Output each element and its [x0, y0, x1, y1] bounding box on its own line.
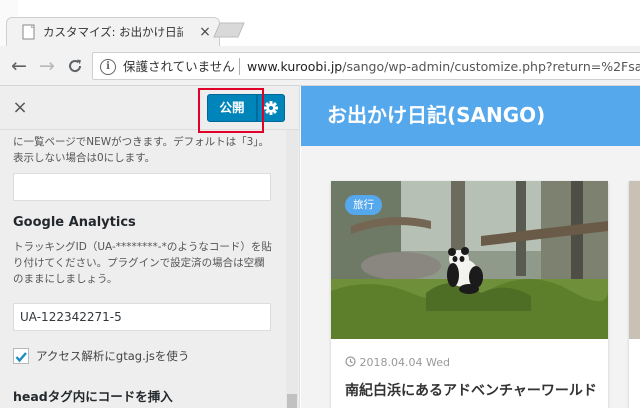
security-status[interactable]: 保護されていません	[123, 58, 235, 76]
url-host: www.kuroobi.jp	[247, 59, 343, 74]
customizer-panel: に一覧ページでNEWがつきます。デフォルトは「3」。表示しない場合は0にします。…	[0, 130, 284, 408]
head-code-heading: headタグ内にコードを挿入	[13, 389, 173, 404]
address-bar[interactable]: i 保護されていません www.kuroobi.jp/sango/wp-admi…	[92, 52, 640, 80]
article-thumbnail[interactable]: 旅行	[331, 181, 608, 339]
checkmark-icon	[15, 352, 27, 363]
google-analytics-description: トラッキングID（UA-********-*のようなコード）を貼り付けてください…	[13, 241, 272, 285]
tracking-id-input[interactable]	[13, 303, 271, 331]
clock-icon	[345, 356, 356, 367]
customizer-sidebar: × 公開 に一覧ページでNEWがつきます。デフォルトは「3」。表示しない場合は0	[0, 86, 300, 408]
new-badge-days-input[interactable]	[13, 173, 271, 201]
article-title[interactable]: 南紀白浜にあるアドベンチャーワールド	[345, 380, 597, 402]
address-separator	[239, 58, 240, 75]
site-preview: お出かけ日記(SANGO) 旅行 2018.04.04 Wed 南紀白浜にあるア…	[301, 86, 640, 408]
url-path: /sango/wp-admin/customize.php?return=%2F…	[342, 59, 640, 74]
gtag-checkbox[interactable]	[13, 348, 29, 364]
highlight-frame	[198, 88, 264, 133]
new-badge-description: に一覧ページでNEWがつきます。デフォルトは「3」。表示しない場合は0にします。	[13, 136, 270, 164]
site-title[interactable]: お出かけ日記(SANGO)	[327, 100, 545, 130]
sidebar-scrollbar-thumb[interactable]	[287, 394, 297, 408]
reload-icon[interactable]	[64, 55, 86, 77]
gtag-checkbox-label[interactable]: アクセス解析にgtag.jsを使う	[36, 347, 189, 365]
article-card[interactable]: 旅行 2018.04.04 Wed 南紀白浜にあるアドベンチャーワールド	[331, 181, 608, 408]
new-tab-button[interactable]	[213, 22, 245, 38]
browser-tab[interactable]: カスタマイズ: お出かけ日記(SANGO) ×	[6, 17, 220, 46]
tab-favicon-icon	[22, 24, 35, 40]
site-header: お出かけ日記(SANGO)	[301, 86, 640, 146]
article-thumbnail-next[interactable]	[629, 181, 640, 339]
back-arrow-icon[interactable]: ←	[8, 55, 30, 77]
screen: カスタマイズ: お出かけ日記(SANGO) × ← → i 保護されていません …	[0, 0, 640, 408]
url-text[interactable]: www.kuroobi.jp/sango/wp-admin/customize.…	[247, 58, 640, 76]
tab-close-icon[interactable]: ×	[195, 22, 215, 42]
category-badge[interactable]: 旅行	[345, 195, 382, 215]
sidebar-scrollbar[interactable]	[286, 130, 298, 408]
customizer-header: × 公開	[0, 86, 299, 133]
google-analytics-heading: Google Analytics	[13, 215, 136, 230]
article-card-next[interactable]	[629, 181, 640, 408]
tab-title: カスタマイズ: お出かけ日記(SANGO)	[43, 25, 183, 39]
info-icon[interactable]: i	[100, 59, 116, 75]
browser-toolbar: ← → i 保護されていません www.kuroobi.jp/sango/wp-…	[0, 46, 640, 86]
article-date-text: 2018.04.04 Wed	[359, 356, 450, 369]
article-date: 2018.04.04 Wed	[345, 355, 450, 371]
close-customizer-button[interactable]: ×	[6, 94, 34, 122]
forward-arrow-icon[interactable]: →	[36, 55, 58, 77]
tab-strip: カスタマイズ: お出かけ日記(SANGO) ×	[0, 0, 640, 46]
